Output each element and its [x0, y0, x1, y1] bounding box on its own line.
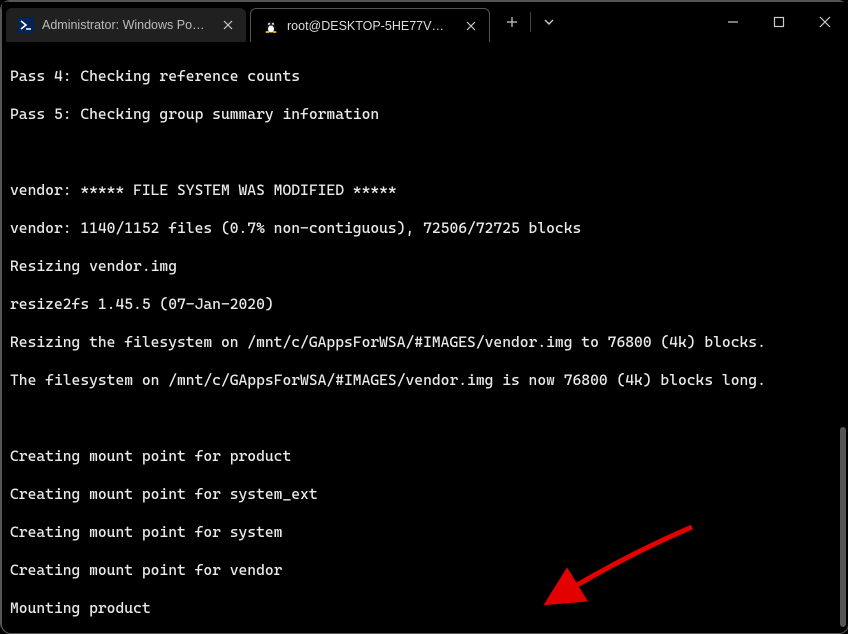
output-line: Pass 5: Checking group summary informati…	[10, 105, 844, 124]
output-line: The filesystem on /mnt/c/GAppsForWSA/#IM…	[10, 371, 844, 390]
tab-actions	[496, 2, 565, 42]
output-line: Resizing vendor.img	[10, 257, 844, 276]
minimize-button[interactable]	[710, 2, 756, 42]
maximize-button[interactable]	[756, 2, 802, 42]
terminal-output[interactable]: Pass 4: Checking reference counts Pass 5…	[2, 42, 848, 633]
output-line	[10, 143, 844, 162]
output-line	[10, 409, 844, 428]
output-line: resize2fs 1.45.5 (07-Jan-2020)	[10, 295, 844, 314]
title-bar: Administrator: Windows PowerS	[2, 2, 848, 42]
close-window-button[interactable]	[802, 2, 848, 42]
tab-dropdown-button[interactable]	[533, 6, 565, 38]
output-line: Pass 4: Checking reference counts	[10, 67, 844, 86]
close-icon[interactable]	[220, 17, 236, 33]
divider	[530, 12, 531, 32]
titlebar-drag-region[interactable]	[565, 2, 710, 42]
output-line: vendor: ***** FILE SYSTEM WAS MODIFIED *…	[10, 181, 844, 200]
tab-powershell[interactable]: Administrator: Windows PowerS	[6, 8, 246, 42]
vertical-scrollbar[interactable]	[840, 427, 846, 627]
close-icon[interactable]	[463, 18, 479, 34]
new-tab-button[interactable]	[496, 6, 528, 38]
output-line: Creating mount point for vendor	[10, 561, 844, 580]
tux-icon	[263, 18, 279, 34]
output-line: Mounting product	[10, 599, 844, 618]
tab-strip: Administrator: Windows PowerS	[2, 2, 490, 42]
powershell-icon	[18, 17, 34, 33]
output-line: Creating mount point for product	[10, 447, 844, 466]
tab-label: Administrator: Windows PowerS	[42, 18, 210, 32]
tab-label: root@DESKTOP-5HE77VO: /mn	[287, 19, 453, 33]
output-line: Resizing the filesystem on /mnt/c/GAppsF…	[10, 333, 844, 352]
window-controls	[710, 2, 848, 42]
tab-linux-root[interactable]: root@DESKTOP-5HE77VO: /mn	[250, 8, 490, 42]
output-line: Creating mount point for system	[10, 523, 844, 542]
output-line: Creating mount point for system_ext	[10, 485, 844, 504]
output-line: vendor: 1140/1152 files (0.7% non-contig…	[10, 219, 844, 238]
